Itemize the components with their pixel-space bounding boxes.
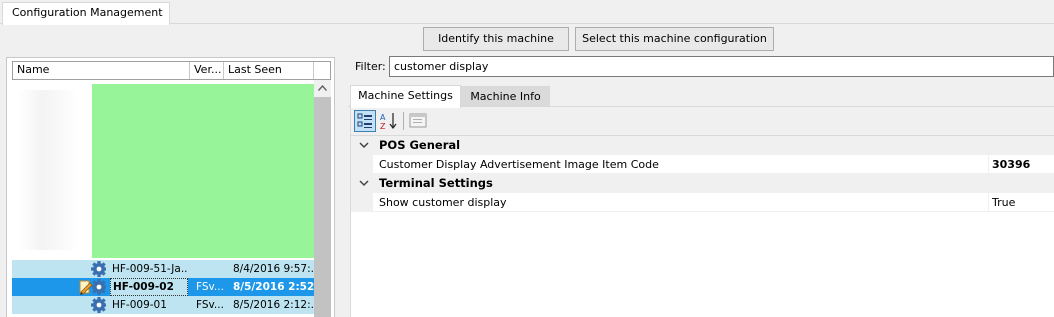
column-header-name[interactable]: Name xyxy=(13,62,190,79)
chevron-down-icon[interactable] xyxy=(358,136,374,155)
property-value[interactable]: True xyxy=(992,193,1015,212)
property-grid-toolbar: A Z xyxy=(351,107,1054,136)
select-machine-configuration-button[interactable]: Select this machine configuration xyxy=(575,27,774,51)
machine-version xyxy=(193,260,227,278)
scroll-up-icon[interactable] xyxy=(314,80,331,97)
identify-machine-button[interactable]: Identify this machine xyxy=(423,27,569,51)
machine-row[interactable]: HF-009-51-Ja... 8/4/2016 9:57:... xyxy=(12,260,314,278)
machine-row-icons xyxy=(68,297,107,313)
svg-text:A: A xyxy=(380,113,386,122)
machine-name: HF-009-02 xyxy=(110,278,188,296)
categorized-view-button[interactable] xyxy=(354,110,376,132)
column-header-last-seen[interactable]: Last Seen xyxy=(224,62,314,79)
categorized-icon xyxy=(357,113,372,128)
machine-row[interactable]: HF-009-01 FSv... 8/5/2016 2:12:... xyxy=(12,296,314,314)
gear-icon xyxy=(92,279,106,295)
column-header-version[interactable]: Ver... xyxy=(190,62,224,79)
column-header-filler xyxy=(314,62,330,79)
alphabetical-sort-button[interactable]: A Z xyxy=(378,110,400,132)
sort-az-icon: A Z xyxy=(380,113,397,131)
property-grid: A Z POS General Customer Display Adverti… xyxy=(350,107,1054,317)
redacted-area-blur xyxy=(18,90,78,250)
machine-row-icons xyxy=(68,261,107,277)
tab-configuration-management[interactable]: Configuration Management xyxy=(2,2,170,25)
machine-list-panel: Name Ver... Last Seen HF-009-51-Ja... 8/… xyxy=(6,57,335,317)
machine-list-scrollbar[interactable] xyxy=(314,80,331,317)
machine-grid-body: HF-009-51-Ja... 8/4/2016 9:57:... HF-009… xyxy=(12,80,314,317)
filter-label: Filter: xyxy=(355,60,386,73)
machine-last-seen: 8/5/2016 2:12:... xyxy=(233,299,314,311)
property-pages-button[interactable] xyxy=(408,110,430,132)
settings-tabstrip: Machine Settings Machine Info xyxy=(348,84,1054,108)
property-rows: POS General Customer Display Advertiseme… xyxy=(351,136,1054,212)
property-gutter xyxy=(351,155,373,174)
chevron-down-icon[interactable] xyxy=(358,174,374,193)
category-row-pos-general[interactable]: POS General xyxy=(351,136,1054,155)
machine-last-seen: 8/5/2016 2:52:... xyxy=(233,281,314,293)
machine-name: HF-009-01 xyxy=(112,299,167,311)
machine-grid-header: Name Ver... Last Seen xyxy=(12,61,331,80)
property-value[interactable]: 30396 xyxy=(992,155,1030,174)
category-row-terminal-settings[interactable]: Terminal Settings xyxy=(351,174,1054,193)
machine-version: FSv... xyxy=(196,281,224,293)
filter-input[interactable]: customer display xyxy=(389,56,1054,77)
property-name: Customer Display Advertisement Image Ite… xyxy=(379,155,989,174)
machine-row-icons xyxy=(68,279,106,295)
property-row[interactable]: Customer Display Advertisement Image Ite… xyxy=(351,155,1054,174)
tab-machine-settings[interactable]: Machine Settings xyxy=(350,85,461,108)
category-label: POS General xyxy=(379,138,461,152)
main-tabstrip: Configuration Management xyxy=(0,0,1054,25)
machine-last-seen: 8/4/2016 9:57:... xyxy=(233,263,314,275)
redacted-area xyxy=(92,84,314,258)
gear-icon xyxy=(91,261,107,277)
machine-name: HF-009-51-Ja... xyxy=(112,263,188,275)
machine-version: FSv... xyxy=(196,299,224,311)
category-label: Terminal Settings xyxy=(379,176,493,190)
tab-machine-info[interactable]: Machine Info xyxy=(461,86,550,108)
svg-text:Z: Z xyxy=(380,122,386,131)
machine-row-selected[interactable]: HF-009-02 FSv... 8/5/2016 2:52:... xyxy=(12,278,314,296)
property-gutter xyxy=(351,193,373,212)
toolbar-separator xyxy=(403,112,404,130)
scroll-thumb[interactable] xyxy=(314,97,331,317)
property-name: Show customer display xyxy=(379,193,989,212)
property-pages-icon xyxy=(409,113,427,128)
gear-icon xyxy=(91,297,107,313)
property-row[interactable]: Show customer display True xyxy=(351,193,1054,212)
